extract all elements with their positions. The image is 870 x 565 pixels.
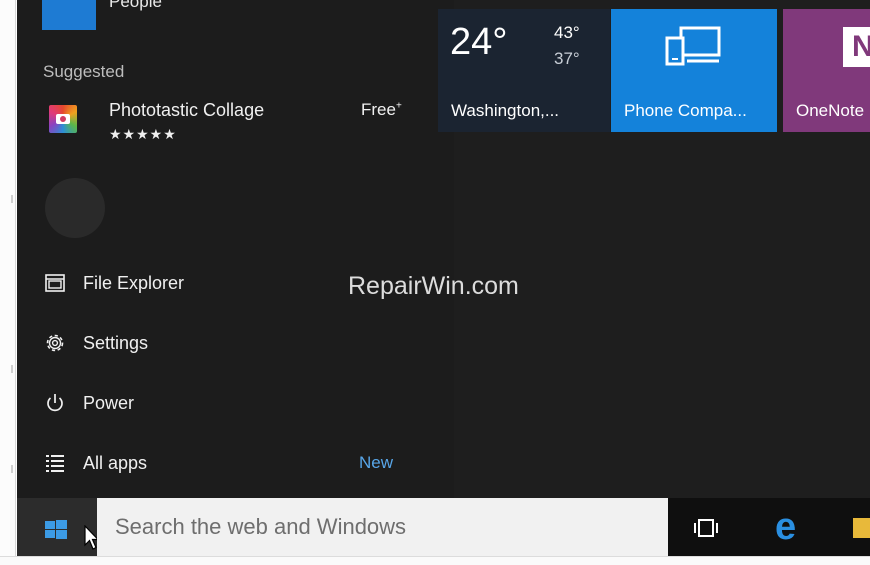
- taskbar: e: [17, 498, 870, 556]
- search-input[interactable]: [115, 498, 655, 556]
- windows-logo-icon: [45, 520, 67, 540]
- gear-icon: [46, 334, 64, 352]
- weather-temperature: 24°: [450, 21, 508, 63]
- people-app-icon[interactable]: [42, 0, 96, 30]
- suggested-heading: Suggested: [43, 62, 125, 81]
- frame-tick: [11, 195, 13, 203]
- folder-icon[interactable]: [853, 518, 870, 538]
- new-badge: New: [359, 453, 394, 472]
- suggested-app-rating: ★★★★★: [109, 126, 177, 142]
- watermark-text: RepairWin.com: [348, 272, 519, 300]
- phone-companion-label: Phone Compa...: [624, 101, 747, 120]
- window-frame-bottom: [0, 556, 870, 565]
- phone-companion-tile[interactable]: Phone Compa...: [611, 9, 777, 132]
- nav-label-all-apps: All apps: [83, 453, 148, 473]
- weather-location: Washington,...: [451, 101, 560, 120]
- list-icon: [46, 455, 64, 472]
- window-frame-left: [0, 0, 16, 565]
- onenote-icon: N: [843, 27, 870, 67]
- weather-tile[interactable]: 24° 43° 37° Washington,...: [438, 9, 610, 132]
- weather-low: 37°: [554, 49, 580, 68]
- task-view-icon[interactable]: [693, 518, 719, 538]
- weather-high: 43°: [554, 23, 580, 42]
- suggested-app-item[interactable]: Phototastic Collage ★★★★★ Free+: [43, 96, 443, 148]
- onenote-label: OneNote: [796, 101, 865, 120]
- price-text: Free: [361, 100, 396, 119]
- price-mark: +: [395, 100, 402, 112]
- power-icon: [47, 394, 63, 412]
- suggested-app-name: Phototastic Collage: [109, 100, 265, 120]
- blurred-placeholder: [45, 178, 105, 238]
- suggested-app-price: Free+: [361, 100, 402, 120]
- start-button[interactable]: [17, 498, 100, 556]
- nav-item-settings[interactable]: Settings: [43, 324, 443, 364]
- onenote-tile[interactable]: N OneNote: [783, 9, 870, 132]
- edge-browser-icon[interactable]: e: [775, 508, 796, 546]
- start-left-pane: People Suggested Phototastic Collage ★★★…: [17, 0, 454, 498]
- frame-tick: [11, 465, 13, 473]
- nav-item-power[interactable]: Power: [43, 384, 443, 424]
- phototastic-app-icon: [49, 105, 77, 133]
- camera-icon: [56, 114, 70, 124]
- nav-label-file-explorer: File Explorer: [83, 273, 185, 293]
- people-app-label[interactable]: People: [109, 0, 162, 12]
- search-box[interactable]: [97, 498, 668, 556]
- file-explorer-icon: [45, 274, 65, 292]
- nav-label-power: Power: [83, 393, 135, 413]
- frame-tick: [11, 365, 13, 373]
- nav-label-settings: Settings: [83, 333, 149, 353]
- phone-companion-icon: [665, 26, 721, 66]
